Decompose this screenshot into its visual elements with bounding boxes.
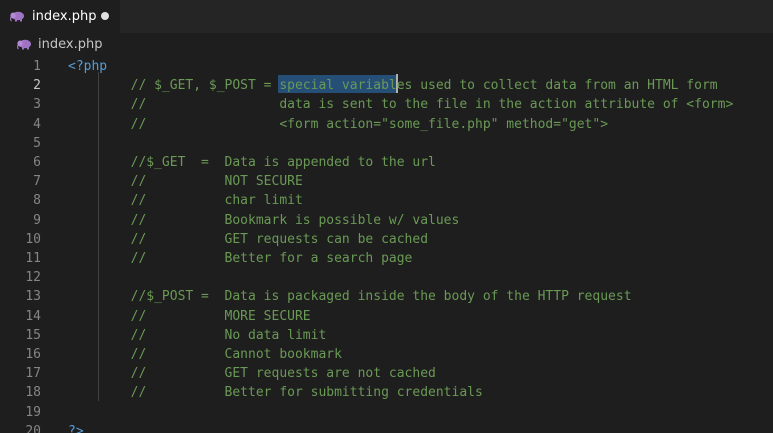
code-comment: // MORE SECURE (68, 308, 311, 324)
php-elephant-icon (17, 39, 31, 49)
code-line[interactable]: 20 ?> (0, 422, 773, 433)
breadcrumb: index.php (0, 33, 773, 55)
line-number: 16 (25, 347, 41, 362)
code-line[interactable]: 9 // Bookmark is possible w/ values (0, 211, 773, 230)
code-line[interactable]: 17 // GET requests are not cached (0, 364, 773, 383)
code-line[interactable]: 12 (0, 268, 773, 287)
code-comment: // GET requests can be cached (68, 231, 429, 247)
line-number: 17 (25, 366, 41, 382)
code-comment: //$_POST = Data is packaged inside the b… (68, 289, 632, 305)
code-line[interactable]: 16 // Cannot bookmark (0, 345, 773, 364)
tab-index-php[interactable]: index.php (0, 0, 120, 33)
code-line[interactable]: 5 (0, 134, 773, 153)
line-number: 5 (33, 135, 41, 151)
code-line[interactable]: 11 // Better for a search page (0, 249, 773, 268)
code-line[interactable]: 15 // No data limit (0, 326, 773, 345)
code-comment: // $_GET, $_POST = special variables use… (68, 78, 718, 94)
code-line[interactable]: 2 // $_GET, $_POST = special variables u… (0, 76, 773, 95)
line-number: 19 (25, 404, 41, 420)
code-line[interactable]: 7 // NOT SECURE (0, 172, 773, 191)
php-tag: <?php (68, 59, 108, 74)
code-line[interactable]: 14 // MORE SECURE (0, 307, 773, 326)
unsaved-dot-icon[interactable] (101, 12, 109, 20)
code-comment: // GET requests are not cached (68, 366, 436, 382)
code-comment: // char limit (68, 193, 303, 209)
line-number: 8 (33, 193, 41, 209)
editor-window: index.php index.php 1 <?php 2 // $_GET, $_… (0, 0, 773, 433)
code-comment: // Cannot bookmark (68, 347, 342, 362)
code-line[interactable]: 18 // Better for submitting credentials (0, 383, 773, 402)
code-comment: // Better for submitting credentials (68, 385, 483, 401)
code-editor[interactable]: 1 <?php 2 // $_GET, $_POST = special varia… (0, 55, 773, 433)
line-number: 13 (25, 289, 41, 305)
line-number: 2 (33, 78, 41, 94)
tab-title: index.php (32, 9, 97, 24)
code-comment: // <form action="some_file.php" method="… (68, 116, 609, 132)
code-line[interactable]: 3 // data is sent to the file in the act… (0, 95, 773, 114)
php-elephant-icon (10, 11, 24, 22)
code-comment: // Better for a search page (68, 251, 413, 266)
php-tag: ?> (68, 423, 84, 433)
line-number: 4 (33, 116, 41, 132)
line-number: 15 (25, 327, 41, 343)
code-line[interactable]: 6 //$_GET = Data is appended to the url (0, 153, 773, 172)
line-number: 11 (25, 251, 41, 266)
code-line[interactable]: 19 (0, 403, 773, 422)
code-comment: // data is sent to the file in the actio… (68, 97, 734, 113)
code-line[interactable]: 8 // char limit (0, 191, 773, 210)
code-comment: // No data limit (68, 327, 327, 343)
line-number: 12 (25, 270, 41, 286)
line-number: 3 (33, 97, 41, 113)
line-number: 9 (33, 212, 41, 228)
line-number: 1 (33, 59, 41, 74)
line-number: 6 (33, 155, 41, 170)
line-number: 18 (25, 385, 41, 401)
line-number: 10 (25, 231, 41, 247)
breadcrumb-file[interactable]: index.php (38, 37, 102, 52)
code-comment: //$_GET = Data is appended to the url (68, 155, 436, 170)
code-line[interactable]: 13 //$_POST = Data is packaged inside th… (0, 287, 773, 306)
code-line[interactable]: 4 // <form action="some_file.php" method… (0, 115, 773, 134)
line-number: 7 (33, 174, 41, 190)
code-comment: // Bookmark is possible w/ values (68, 212, 460, 228)
tab-bar: index.php (0, 0, 773, 33)
code-comment: // NOT SECURE (68, 174, 303, 190)
line-number: 14 (25, 308, 41, 324)
code-line[interactable]: 10 // GET requests can be cached (0, 230, 773, 249)
code-line[interactable]: 1 <?php (0, 57, 773, 76)
line-number: 20 (25, 423, 41, 433)
